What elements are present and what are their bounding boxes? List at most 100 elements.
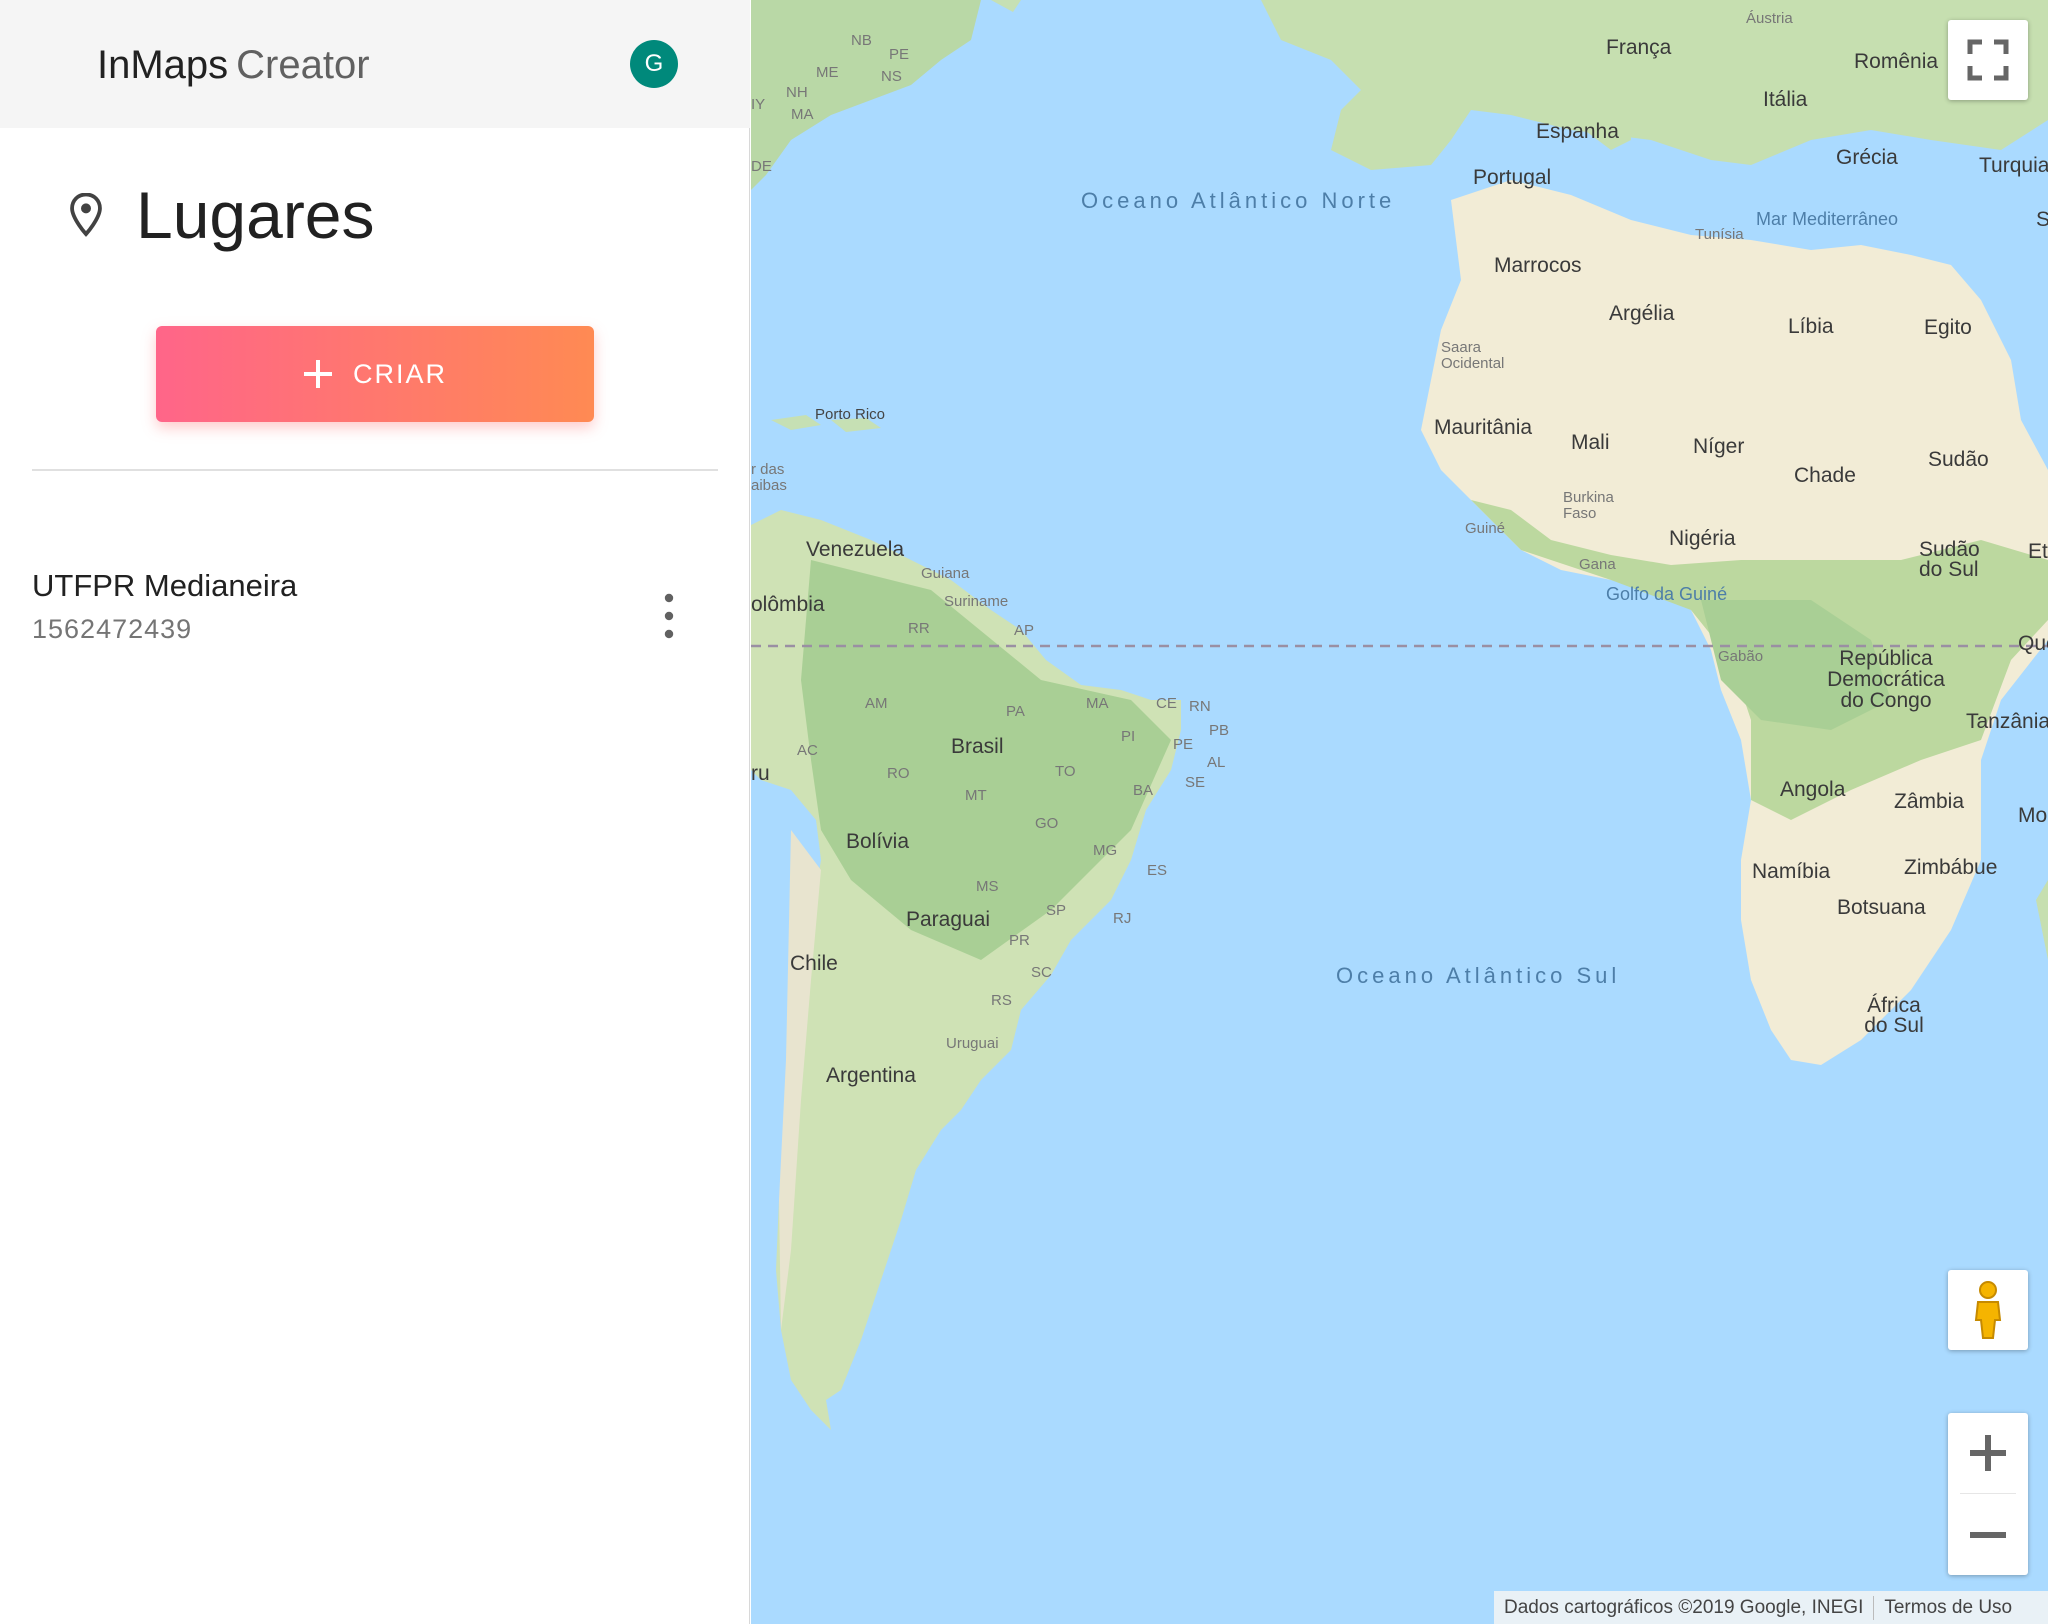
- country-label: Sudão: [1928, 448, 1989, 471]
- state-label: MG: [1093, 842, 1118, 859]
- state-label: ME: [816, 64, 839, 81]
- country-label: Brasil: [951, 735, 1004, 758]
- country-label: Venezuela: [806, 538, 905, 561]
- country-label: ru: [751, 762, 770, 785]
- country-label: Líbia: [1788, 315, 1834, 338]
- state-label: MS: [976, 878, 999, 895]
- state-label: TO: [1055, 763, 1076, 780]
- fullscreen-button[interactable]: [1948, 20, 2028, 100]
- zoom-divider: [1960, 1493, 2016, 1494]
- country-label: Angola: [1780, 778, 1846, 801]
- state-label: MA: [1086, 695, 1109, 712]
- divider: [32, 469, 718, 471]
- user-avatar[interactable]: G: [630, 40, 678, 88]
- country-label: Mauritânia: [1434, 416, 1533, 439]
- state-label: PA: [1006, 703, 1025, 720]
- state-label: PB: [1209, 722, 1230, 739]
- plus-icon: [1970, 1435, 2006, 1471]
- country-label: Saara Ocidental: [1441, 339, 1505, 372]
- attribution-separator: [1873, 1595, 1875, 1620]
- country-label: Quê: [2018, 632, 2048, 655]
- create-button[interactable]: CRIAR: [156, 326, 594, 422]
- brand-name: InMaps: [97, 43, 229, 87]
- pegman-icon: [1974, 1281, 2002, 1339]
- country-label: S: [2036, 208, 2048, 231]
- country-label: África do Sul: [1864, 994, 1924, 1037]
- app-logo: InMaps Creator: [97, 40, 370, 90]
- state-label: ES: [1147, 862, 1168, 879]
- place-subtitle: 1562472439: [32, 614, 193, 644]
- state-label: GO: [1035, 815, 1059, 832]
- state-label: BA: [1133, 782, 1154, 799]
- country-label: Zâmbia: [1894, 790, 1965, 813]
- country-label: Chade: [1794, 464, 1856, 487]
- country-label: Áustria: [1746, 10, 1793, 27]
- country-label: Chile: [790, 952, 838, 975]
- state-label: MT: [965, 787, 987, 804]
- country-label: Itália: [1763, 88, 1808, 111]
- country-label: Turquia: [1979, 154, 2048, 177]
- state-label: RJ: [1113, 910, 1132, 927]
- state-label: SE: [1185, 774, 1206, 791]
- state-label: PI: [1121, 728, 1136, 745]
- country-label: Egito: [1924, 316, 1972, 339]
- create-button-label: CRIAR: [352, 358, 447, 389]
- attribution-text: Dados cartográficos ©2019 Google, INEGI: [1504, 1596, 1864, 1618]
- state-label: SP: [1046, 902, 1067, 919]
- minus-icon: [1970, 1532, 2006, 1538]
- sidebar: InMaps Creator G Lugares CRIAR UTFPR Medi…: [0, 0, 750, 1624]
- zoom-control: [1948, 1413, 2028, 1575]
- page-heading: Lugares: [68, 180, 375, 250]
- state-label: PE: [889, 46, 910, 63]
- country-label: Grécia: [1836, 146, 1898, 169]
- state-label: DE: [751, 158, 772, 175]
- place-name: UTFPR Medianeira: [32, 568, 298, 603]
- fullscreen-icon: [1967, 39, 2009, 81]
- country-label: Nigéria: [1669, 527, 1736, 550]
- map-canvas[interactable]: Oceano Atlântico Norte Oceano Atlântico …: [751, 0, 2048, 1624]
- country-label: Botsuana: [1837, 896, 1926, 919]
- state-label: SC: [1031, 964, 1052, 981]
- plus-icon: [303, 360, 332, 388]
- state-label: CE: [1156, 695, 1177, 712]
- country-label: Gabão: [1718, 648, 1764, 665]
- map-pin-icon: [70, 193, 102, 237]
- country-label: r das aibas: [751, 461, 787, 494]
- country-label: Paraguai: [906, 908, 991, 931]
- country-label: República Democrática do Congo: [1827, 647, 1945, 712]
- state-label: RO: [887, 765, 910, 782]
- more-vert-icon[interactable]: [654, 588, 684, 644]
- country-label: Argentina: [826, 1064, 916, 1087]
- country-label: olômbia: [751, 593, 825, 616]
- zoom-in-button[interactable]: [1948, 1413, 2028, 1493]
- country-label: Portugal: [1473, 166, 1552, 189]
- state-label: IY: [751, 96, 766, 113]
- country-label: Bolívia: [846, 830, 910, 853]
- brand-subtitle: Creator: [236, 43, 370, 87]
- country-label: Guiana: [921, 565, 970, 582]
- country-label: Espanha: [1536, 120, 1619, 143]
- terms-link[interactable]: Termos de Uso: [1884, 1597, 2012, 1619]
- sea-label-mediterranean: Mar Mediterrâneo: [1756, 209, 1899, 229]
- state-label: NH: [786, 84, 808, 101]
- country-label: Namíbia: [1752, 860, 1831, 883]
- sea-label-gulf-guinea: Golfo da Guiné: [1606, 584, 1728, 604]
- state-label: AL: [1207, 754, 1226, 771]
- country-label: França: [1606, 36, 1672, 59]
- country-label: Romênia: [1854, 50, 1939, 73]
- country-label: Níger: [1693, 435, 1745, 458]
- state-label: AP: [1014, 622, 1035, 639]
- country-label: Tanzânia: [1966, 710, 2048, 733]
- state-label: PR: [1009, 932, 1030, 949]
- country-label: Sudão do Sul: [1919, 538, 1980, 581]
- country-label: Uruguai: [946, 1035, 999, 1052]
- country-label: Zimbábue: [1904, 856, 1998, 879]
- street-view-button[interactable]: [1948, 1270, 2028, 1350]
- state-label: NB: [851, 32, 872, 49]
- state-label: RS: [991, 992, 1012, 1009]
- country-label: Mali: [1571, 431, 1610, 454]
- state-label: MA: [791, 106, 814, 123]
- zoom-out-button[interactable]: [1948, 1495, 2028, 1575]
- country-label: Tunísia: [1695, 226, 1744, 243]
- list-item-place[interactable]: UTFPR Medianeira 1562472439: [0, 548, 750, 658]
